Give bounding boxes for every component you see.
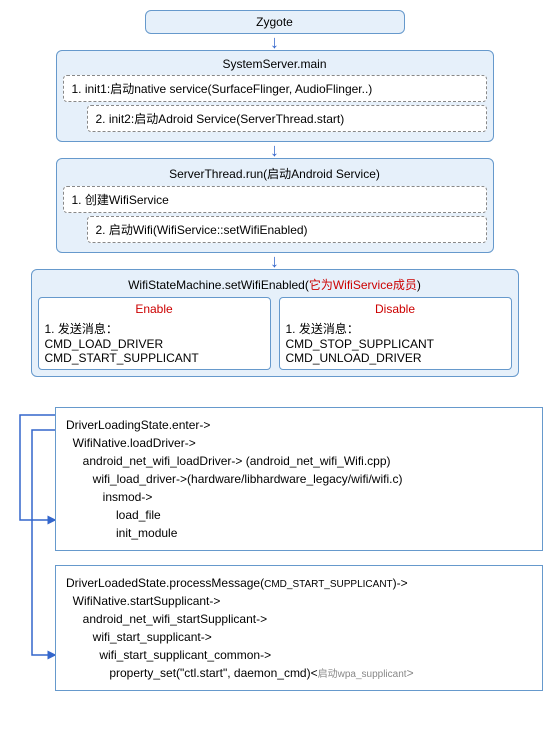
- system-server-line2: 2. init2:启动Adroid Service(ServerThread.s…: [87, 105, 487, 132]
- dl-l1: DriverLoadingState.enter->: [66, 418, 210, 432]
- arrow-1: ↓: [10, 36, 539, 48]
- disable-line3: CMD_UNLOAD_DRIVER: [286, 351, 505, 365]
- dd-l2: WifiNative.startSupplicant->: [66, 594, 220, 608]
- server-thread-title: ServerThread.run(启动Android Service): [63, 165, 487, 182]
- driver-loaded-box: DriverLoadedState.processMessage(CMD_STA…: [55, 565, 543, 691]
- dd-l1a: DriverLoadedState.processMessage(: [66, 576, 264, 590]
- wsm-title-prefix: WifiStateMachine.setWifiEnabled(: [128, 278, 309, 292]
- enable-line2: CMD_LOAD_DRIVER: [45, 337, 264, 351]
- disable-line2: CMD_STOP_SUPPLICANT: [286, 337, 505, 351]
- wifi-state-machine-title: WifiStateMachine.setWifiEnabled(它为WifiSe…: [38, 276, 512, 293]
- system-server-line1: 1. init1:启动native service(SurfaceFlinger…: [63, 75, 487, 102]
- enable-line3: CMD_START_SUPPLICANT: [45, 351, 264, 365]
- wsm-title-red: 它为WifiService成员: [309, 278, 417, 292]
- dl-l4: wifi_load_driver->(hardware/libhardware_…: [66, 472, 402, 486]
- dd-l3: android_net_wifi_startSupplicant->: [66, 612, 267, 626]
- arrow-3: ↓: [10, 255, 539, 267]
- wsm-title-suffix: ): [417, 278, 421, 292]
- dd-l6a: property_set("ctl.start", daemon_cmd)<: [66, 666, 318, 680]
- dd-l6b: 启动wpa_supplicant: [318, 669, 407, 680]
- server-thread-box: ServerThread.run(启动Android Service) 1. 创…: [56, 158, 494, 253]
- disable-title: Disable: [286, 302, 505, 316]
- dd-l1c: )->: [393, 576, 408, 590]
- system-server-box: SystemServer.main 1. init1:启动native serv…: [56, 50, 494, 142]
- dl-l6: load_file: [66, 508, 161, 522]
- enable-line1: 1. 发送消息：: [45, 320, 264, 337]
- enable-title: Enable: [45, 302, 264, 316]
- zygote-label: Zygote: [256, 15, 293, 29]
- wifi-state-machine-box: WifiStateMachine.setWifiEnabled(它为WifiSe…: [31, 269, 519, 377]
- dd-l1b: CMD_START_SUPPLICANT: [264, 579, 393, 590]
- dl-l7: init_module: [66, 526, 177, 540]
- dl-l2: WifiNative.loadDriver->: [66, 436, 196, 450]
- dd-l4: wifi_start_supplicant->: [66, 630, 212, 644]
- disable-column: Disable 1. 发送消息： CMD_STOP_SUPPLICANT CMD…: [279, 297, 512, 370]
- server-thread-line2: 2. 启动Wifi(WifiService::setWifiEnabled): [87, 216, 487, 243]
- enable-column: Enable 1. 发送消息： CMD_LOAD_DRIVER CMD_STAR…: [38, 297, 271, 370]
- dd-l6c: >: [407, 666, 414, 680]
- zygote-box: Zygote: [145, 10, 405, 34]
- system-server-title: SystemServer.main: [63, 57, 487, 71]
- server-thread-line1: 1. 创建WifiService: [63, 186, 487, 213]
- arrow-2: ↓: [10, 144, 539, 156]
- dd-l5: wifi_start_supplicant_common->: [66, 648, 271, 662]
- driver-loading-box: DriverLoadingState.enter-> WifiNative.lo…: [55, 407, 543, 551]
- dl-l5: insmod->: [66, 490, 152, 504]
- disable-line1: 1. 发送消息：: [286, 320, 505, 337]
- dl-l3: android_net_wifi_loadDriver-> (android_n…: [66, 454, 391, 468]
